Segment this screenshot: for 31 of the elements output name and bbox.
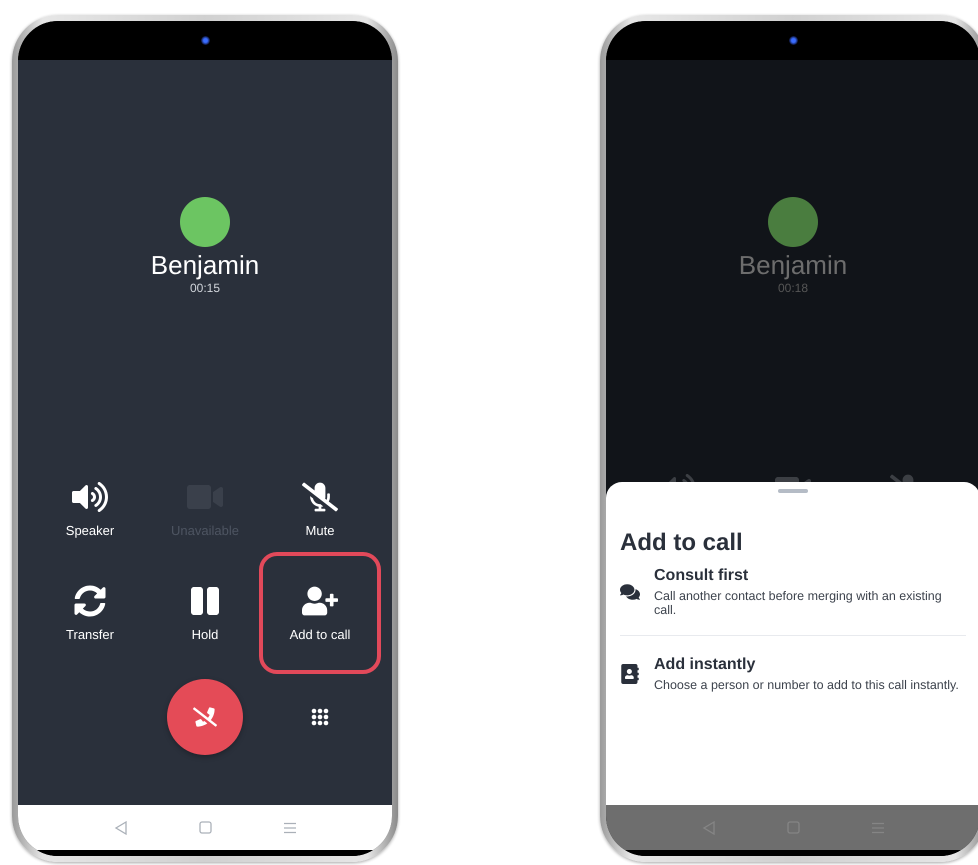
phone-hangup-icon [193, 705, 217, 729]
option-title: Add instantly [654, 656, 756, 674]
contact-name: Benjamin [738, 249, 848, 281]
speech-bubbles-icon [620, 582, 640, 602]
call-control-button[interactable]: Speaker [32, 457, 148, 561]
call-duration: 00:18 [778, 281, 808, 295]
call-control-button[interactable]: Add to call [259, 552, 381, 674]
address-book-icon [620, 664, 640, 684]
arrows-cycle-icon [72, 584, 108, 616]
option-description: Choose a person or number to add to this call instantly. [654, 678, 959, 692]
back-button[interactable] [114, 820, 128, 834]
contact-avatar [768, 197, 818, 247]
option-title: Consult first [654, 567, 750, 585]
contact-avatar [180, 197, 230, 247]
contact-name: Benjamin [150, 249, 260, 281]
call-duration: 00:15 [190, 281, 220, 295]
front-camera [200, 36, 210, 45]
menu-icon [282, 822, 296, 834]
drag-handle[interactable] [778, 489, 808, 493]
keypad-icon [311, 708, 329, 726]
home-button[interactable] [198, 821, 212, 834]
front-camera [788, 36, 798, 45]
home-icon [198, 821, 212, 834]
menu-button[interactable] [282, 822, 296, 834]
sheet-option[interactable]: Add instantly Choose a person or number to add to this call instantly. [620, 636, 966, 712]
sheet-option[interactable]: Consult first Call another contact before merging with an existing call. [620, 557, 966, 636]
back-icon [114, 820, 128, 834]
sheet-title: Add to call [620, 529, 744, 557]
call-control-button[interactable]: Transfer [32, 561, 148, 665]
person-plus-icon [302, 584, 338, 616]
option-description: Call another contact before merging with an existing call. [654, 589, 943, 617]
